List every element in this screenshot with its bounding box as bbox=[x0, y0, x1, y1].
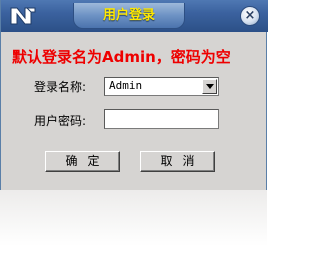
default-login-hint: 默认登录名为Admin，密码为空 bbox=[12, 48, 231, 66]
reflection-fade bbox=[0, 190, 267, 270]
ok-button[interactable]: 确定 bbox=[45, 151, 120, 172]
window-title: 用户登录 bbox=[102, 8, 155, 23]
cancel-button[interactable]: 取消 bbox=[140, 151, 215, 172]
dropdown-button[interactable] bbox=[202, 79, 217, 94]
title-bar[interactable]: 用户登录 × bbox=[1, 0, 268, 32]
login-window: 用户登录 × 默认登录名为Admin，密码为空 登录名称: Admin 用户密码… bbox=[0, 0, 268, 190]
app-logo-icon bbox=[9, 5, 37, 27]
close-icon: × bbox=[244, 8, 256, 23]
username-select[interactable]: Admin bbox=[104, 77, 219, 96]
close-button[interactable]: × bbox=[240, 6, 260, 26]
password-input[interactable] bbox=[104, 109, 219, 129]
username-label: 登录名称: bbox=[34, 80, 87, 94]
password-label: 用户密码: bbox=[34, 114, 87, 128]
chevron-down-icon bbox=[206, 84, 214, 89]
username-value: Admin bbox=[109, 79, 143, 92]
